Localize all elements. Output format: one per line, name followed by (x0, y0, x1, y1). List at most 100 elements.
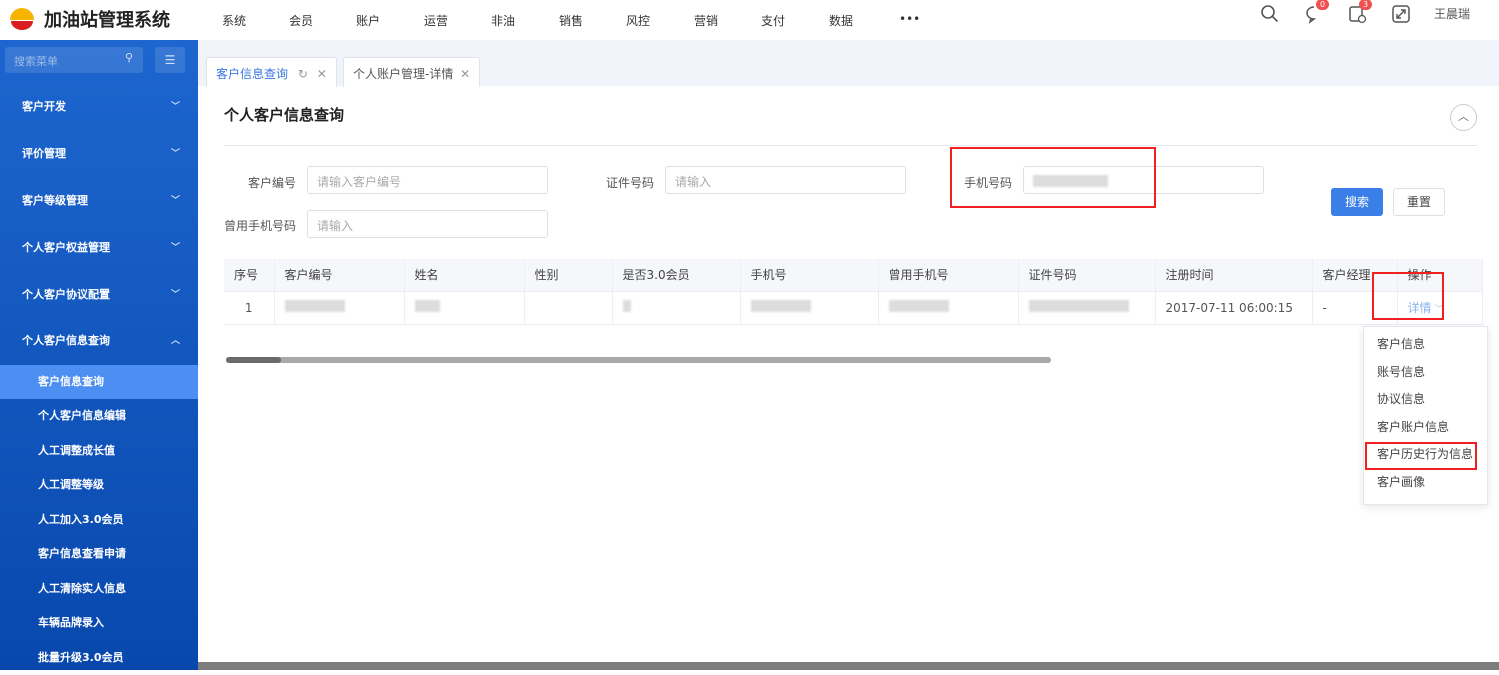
nav-marketing[interactable]: 营销 (694, 12, 718, 29)
logo-icon (10, 8, 34, 30)
old-phone-input[interactable]: 请输入 (307, 210, 548, 238)
search-button[interactable]: 搜索 (1331, 188, 1383, 216)
menu-item-protocol-info[interactable]: 协议信息 (1364, 386, 1487, 414)
task-button[interactable]: 3 (1347, 0, 1373, 24)
detail-dropdown-menu: 客户信息 账号信息 协议信息 客户账户信息 客户历史行为信息 客户画像 (1363, 326, 1488, 505)
menu-rights[interactable]: 个人客户权益管理 ﹀ (0, 225, 198, 271)
scrollbar-thumb[interactable] (226, 357, 281, 363)
chevron-down-icon: ﹀ (170, 102, 180, 112)
nav-data[interactable]: 数据 (829, 12, 853, 29)
cell-phone (740, 291, 879, 325)
nav-risk[interactable]: 风控 (626, 12, 650, 29)
col-member30: 是否3.0会员 (612, 259, 741, 292)
redacted-value (750, 300, 811, 312)
submenu-view-apply[interactable]: 客户信息查看申请 (0, 537, 198, 571)
cell-old-phone (878, 291, 1019, 325)
submenu-clear-info[interactable]: 人工清除实人信息 (0, 572, 198, 606)
col-reg-time: 注册时间 (1155, 259, 1313, 292)
menu-search-input[interactable]: 搜索菜单 ⚲ (5, 47, 143, 73)
nav-system[interactable]: 系统 (222, 12, 246, 29)
submenu-growth[interactable]: 人工调整成长值 (0, 434, 198, 468)
bottom-overlay-bar (198, 662, 1499, 670)
main-content: 客户信息查询 ↻ ✕ 个人账户管理-详情 ✕ 个人客户信息查询 ︿ 客户编号 请… (198, 40, 1499, 662)
nav-member[interactable]: 会员 (289, 12, 313, 29)
cell-index: 1 (224, 291, 275, 325)
col-id-no: 证件号码 (1018, 259, 1156, 292)
old-phone-label: 曾用手机号码 (223, 219, 296, 233)
menu-item-customer-portrait[interactable]: 客户画像 (1364, 469, 1487, 497)
chevron-down-icon: ﹀ (170, 196, 180, 206)
menu-level[interactable]: 客户等级管理 ﹀ (0, 178, 198, 224)
redacted-value (414, 300, 440, 312)
nav-operation[interactable]: 运营 (424, 12, 448, 29)
col-name: 姓名 (404, 259, 525, 292)
submenu-level[interactable]: 人工调整等级 (0, 468, 198, 502)
menu-search-placeholder: 搜索菜单 (14, 55, 58, 68)
customer-table: 序号 客户编号 姓名 性别 是否3.0会员 手机号 曾用手机号 证件号码 注册时… (224, 259, 1483, 325)
message-badge: 0 (1316, 0, 1330, 10)
highlight-box (1372, 272, 1444, 320)
cell-id-no (1018, 291, 1156, 325)
tab-customer-query[interactable]: 客户信息查询 ↻ ✕ (206, 57, 337, 87)
sidebar: 搜索菜单 ⚲ ☰ 客户开发 ﹀ 评价管理 ﹀ 客户等级管理 ﹀ 个人客户权益管理 ﹀ 个人… (0, 40, 198, 670)
cell-member30 (612, 291, 741, 325)
menu-item-customer-account-info[interactable]: 客户账户信息 (1364, 414, 1487, 442)
redacted-value (1028, 300, 1129, 312)
nav-payment[interactable]: 支付 (761, 12, 785, 29)
submenu-info-edit[interactable]: 个人客户信息编辑 (0, 399, 198, 433)
reset-button[interactable]: 重置 (1393, 188, 1445, 216)
col-old-phone: 曾用手机号 (878, 259, 1019, 292)
redacted-value (284, 300, 345, 312)
menu-label: 个人客户信息查询 (22, 334, 110, 347)
nav-non-oil[interactable]: 非油 (491, 12, 515, 29)
highlight-box (950, 147, 1156, 208)
col-index: 序号 (224, 259, 275, 292)
divider (224, 145, 1477, 146)
close-icon[interactable]: ✕ (460, 67, 470, 81)
table-row: 1 2017-07-11 06:00:15 - 详情 ﹀ (224, 291, 1483, 325)
menu-item-customer-info[interactable]: 客户信息 (1364, 331, 1487, 359)
fullscreen-icon[interactable] (1391, 4, 1411, 24)
menu-info-query[interactable]: 个人客户信息查询 ︿ (0, 318, 198, 364)
menu-customer-dev[interactable]: 客户开发 ﹀ (0, 84, 198, 130)
collapse-button[interactable]: ︿ (1450, 104, 1477, 131)
nav-sales[interactable]: 销售 (559, 12, 583, 29)
tab-label: 个人账户管理-详情 (353, 67, 454, 81)
refresh-icon[interactable]: ↻ (298, 67, 308, 81)
chevron-down-icon: ﹀ (170, 243, 180, 253)
submenu-customer-query[interactable]: 客户信息查询 (0, 365, 198, 399)
nav-account[interactable]: 账户 (356, 12, 380, 29)
cell-gender (524, 291, 613, 325)
chevron-up-icon: ︿ (1458, 110, 1469, 123)
user-name[interactable]: 王晨瑞 (1434, 5, 1470, 22)
customer-no-input[interactable]: 请输入客户编号 (307, 166, 548, 194)
cell-reg-time: 2017-07-11 06:00:15 (1155, 291, 1313, 325)
col-gender: 性别 (524, 259, 613, 292)
page-title: 个人客户信息查询 (224, 106, 345, 124)
submenu-car-brand[interactable]: 车辆品牌录入 (0, 606, 198, 640)
close-icon[interactable]: ✕ (317, 67, 327, 81)
menu-evaluation[interactable]: 评价管理 ﹀ (0, 131, 198, 177)
cell-name (404, 291, 525, 325)
search-icon: ⚲ (124, 51, 133, 64)
menu-fold-icon: ☰ (164, 53, 176, 67)
id-no-input[interactable]: 请输入 (665, 166, 906, 194)
menu-protocol[interactable]: 个人客户协议配置 ﹀ (0, 272, 198, 318)
message-button[interactable]: 0 (1304, 0, 1330, 24)
menu-label: 评价管理 (22, 147, 66, 160)
collapse-menu-button[interactable]: ☰ (155, 47, 185, 73)
menu-label: 客户等级管理 (22, 194, 88, 207)
cell-customer-no (274, 291, 405, 325)
chevron-down-icon: ﹀ (170, 149, 180, 159)
col-customer-no: 客户编号 (274, 259, 405, 292)
tab-account-detail[interactable]: 个人账户管理-详情 ✕ (343, 57, 481, 87)
submenu-join-member[interactable]: 人工加入3.0会员 (0, 503, 198, 537)
nav-more[interactable]: ••• (899, 12, 920, 26)
tab-label: 客户信息查询 (216, 67, 289, 81)
horizontal-scrollbar[interactable] (226, 357, 1051, 363)
menu-label: 客户开发 (22, 100, 66, 113)
menu-item-account-info[interactable]: 账号信息 (1364, 359, 1487, 387)
brand-title: 加油站管理系统 (44, 10, 170, 31)
search-icon[interactable] (1260, 4, 1280, 24)
chevron-down-icon: ﹀ (170, 290, 180, 300)
